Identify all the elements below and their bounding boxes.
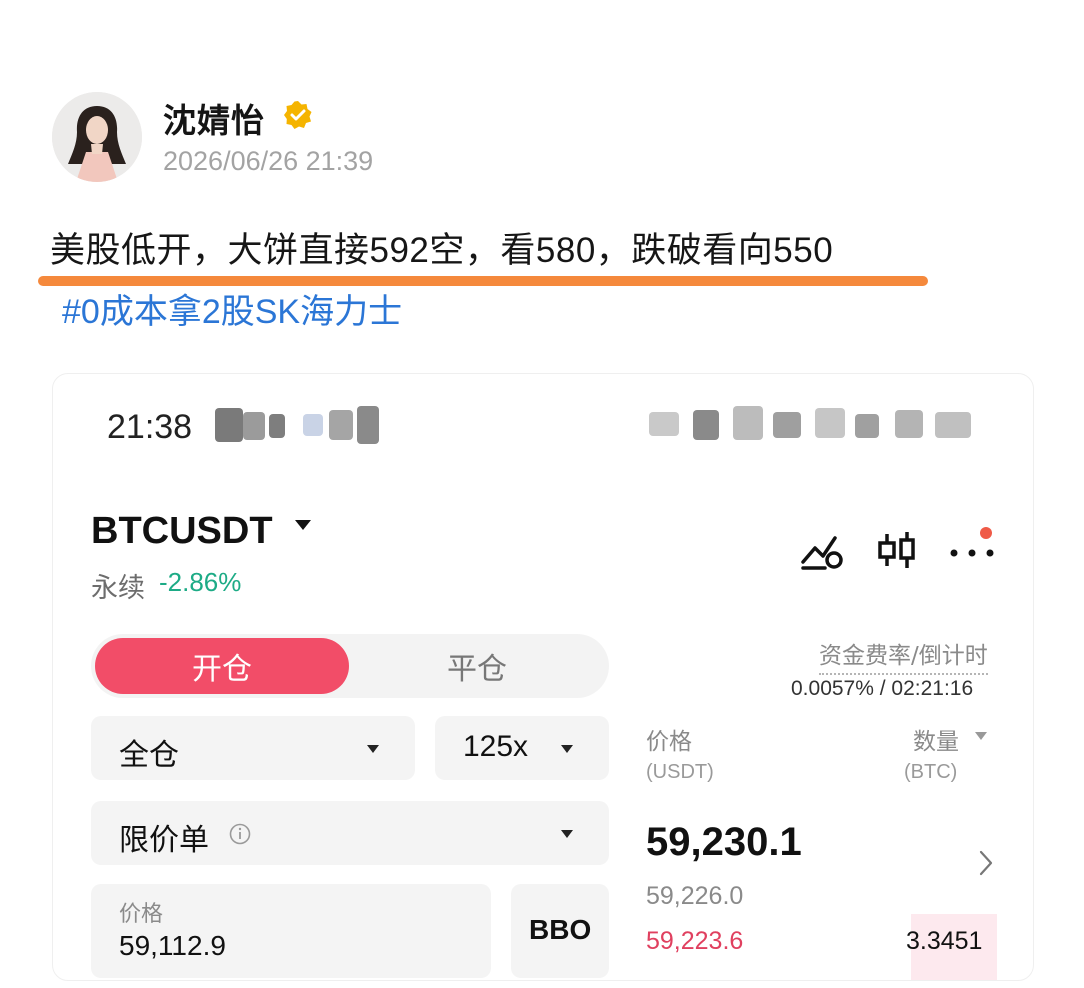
orderbook-price-unit: (USDT) [646, 761, 714, 783]
leverage-select[interactable]: 125x [435, 716, 609, 780]
margin-mode-value: 全仓 [119, 738, 179, 773]
funding-rate-label[interactable]: 资金费率/倒计时 [819, 636, 988, 675]
attached-screenshot[interactable]: 21:38 BTCUSDT 永续 -2.86% 开仓 平仓 资金费率/倒计时 0… [52, 373, 1034, 981]
close-position-tab[interactable]: 平仓 [349, 638, 605, 694]
verified-badge-icon [283, 100, 313, 130]
order-type-value: 限价单 [119, 823, 209, 858]
price-change: -2.86% [159, 567, 242, 597]
orderbook-price-header: 价格 [646, 729, 692, 755]
avatar[interactable] [52, 92, 142, 182]
chevron-down-icon [367, 745, 379, 753]
margin-mode-select[interactable]: 全仓 [91, 716, 415, 780]
chevron-down-icon [561, 830, 573, 838]
post-timestamp: 2026/06/26 21:39 [163, 146, 374, 176]
chart-signal-icon[interactable] [801, 532, 845, 574]
order-type-select[interactable]: 限价单 [91, 801, 609, 865]
chevron-down-icon [561, 745, 573, 753]
hashtag-link[interactable]: #0成本拿2股SK海力士 [62, 284, 402, 333]
notification-dot [980, 527, 992, 539]
chevron-right-icon[interactable] [979, 850, 993, 880]
status-bar-time: 21:38 [107, 408, 193, 446]
symbol-title[interactable]: BTCUSDT [91, 510, 273, 553]
candlestick-icon[interactable] [877, 530, 917, 574]
post-text: 美股低开，大饼直接592空，看580，跌破看向550 [50, 231, 834, 270]
funding-rate-value: 0.0057% / 02:21:16 [791, 677, 974, 700]
symbol-dropdown-caret-icon[interactable] [295, 520, 311, 530]
price-input-value: 59,112.9 [119, 930, 226, 961]
author-name[interactable]: 沈婧怡 [163, 94, 265, 142]
last-price: 59,230.1 [646, 820, 802, 864]
open-position-tab[interactable]: 开仓 [95, 638, 349, 694]
info-icon[interactable] [229, 823, 251, 849]
qty-dropdown-caret-icon[interactable] [975, 732, 987, 740]
price-input[interactable]: 价格 59,112.9 [91, 884, 491, 978]
more-icon[interactable] [949, 544, 995, 563]
price-input-label: 价格 [119, 902, 164, 927]
bbo-button[interactable]: BBO [511, 884, 609, 978]
status-bar-left-blur [213, 404, 393, 444]
status-bar-right-blur [649, 402, 999, 442]
bbo-label: BBO [529, 914, 592, 945]
orderbook-qty-header[interactable]: 数量 [913, 722, 959, 756]
orderbook-row-price[interactable]: 59,223.6 [646, 927, 743, 956]
contract-type: 永续 [91, 573, 145, 604]
orderbook-row-price[interactable]: 59,226.0 [646, 882, 743, 911]
leverage-value: 125x [463, 730, 529, 763]
orderbook-qty-unit: (BTC) [904, 761, 958, 783]
orderbook-row-qty: 3.3451 [906, 927, 983, 955]
